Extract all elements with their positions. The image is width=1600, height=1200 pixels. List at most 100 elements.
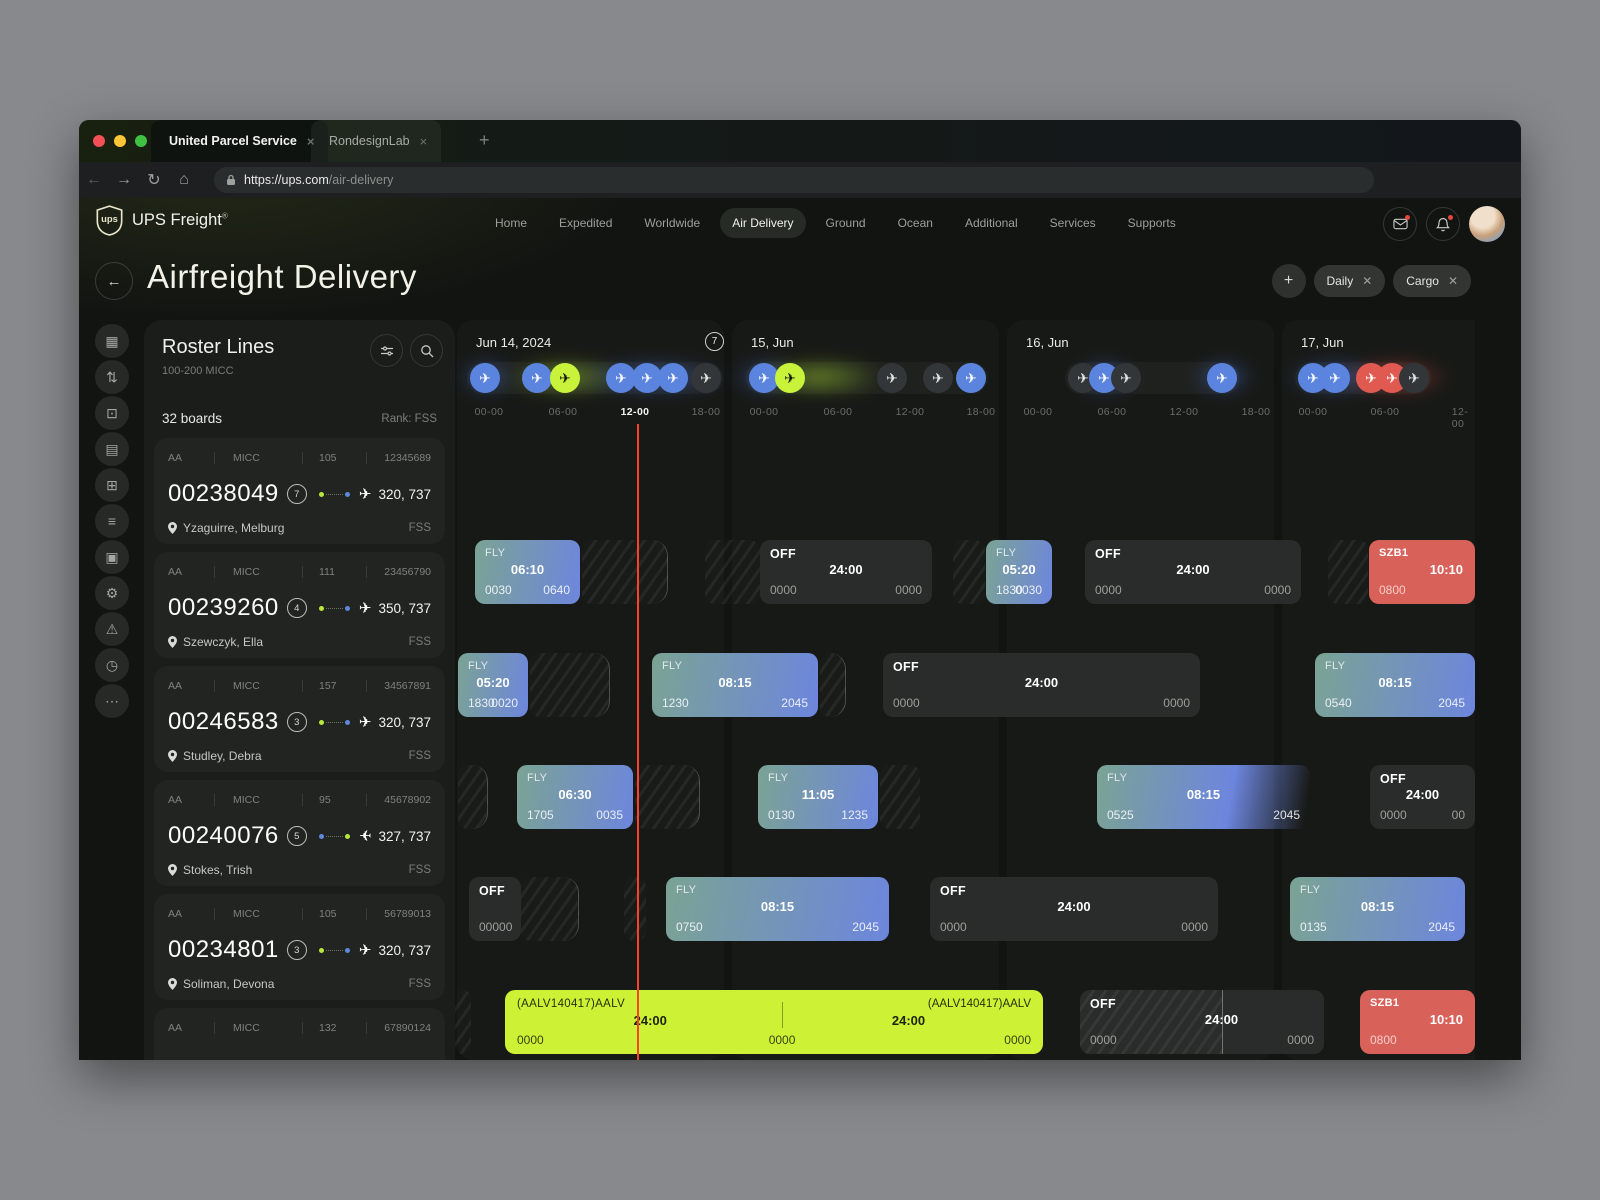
off-card[interactable]: OFF00000 (469, 877, 521, 941)
lock-icon (226, 174, 236, 186)
off-divider (1222, 990, 1223, 1054)
svg-text:ups: ups (101, 213, 118, 224)
card-end-time: 0030 (1015, 583, 1042, 597)
url-text: https://ups.com/air-delivery (244, 173, 393, 187)
new-tab-button[interactable]: + (479, 130, 490, 151)
nav-item-additional[interactable]: Additional (953, 208, 1030, 238)
flight-plane-icon[interactable]: ✈ (1111, 363, 1141, 393)
off-card[interactable]: OFF24:0000000000 (930, 877, 1218, 941)
nav-item-supports[interactable]: Supports (1116, 208, 1188, 238)
home-icon[interactable]: ⌂ (169, 171, 199, 189)
flight-plane-icon[interactable]: ✈ (550, 363, 580, 393)
card-duration: 05:20 (986, 562, 1052, 577)
chip-remove-icon[interactable]: ✕ (1448, 274, 1458, 288)
card-end-time: 0000 (1163, 696, 1190, 710)
fly-card[interactable]: FLY05:2018300030 (986, 540, 1052, 604)
filter-chip-daily[interactable]: Daily ✕ (1314, 265, 1386, 297)
maximize-window-button[interactable] (135, 135, 147, 147)
nav-item-air-delivery[interactable]: Air Delivery (720, 208, 805, 238)
chip-label: Daily (1327, 274, 1354, 288)
card-duration: 24:00 (883, 675, 1200, 690)
card-start-time: 0525 (1107, 808, 1134, 822)
unassigned-slot (880, 765, 920, 829)
card-start-time: 0000 (1095, 583, 1122, 597)
unassigned-slot (530, 653, 610, 717)
tab-close-icon[interactable]: × (420, 134, 428, 149)
nav-item-expedited[interactable]: Expedited (547, 208, 624, 238)
card-type-label: FLY (768, 772, 788, 784)
fly-card[interactable]: FLY08:1501352045 (1290, 877, 1465, 941)
alert-card[interactable]: SZB110:100800 (1360, 990, 1475, 1054)
off-card[interactable]: OFF24:00 0000 0000 (883, 653, 1200, 717)
flight-plane-icon[interactable]: ✈ (470, 363, 500, 393)
nav-item-worldwide[interactable]: Worldwide (632, 208, 712, 238)
address-bar[interactable]: https://ups.com/air-delivery (214, 167, 1374, 193)
reload-icon[interactable]: ↻ (139, 170, 169, 190)
card-type-label: FLY (1325, 660, 1345, 672)
back-icon[interactable]: ← (79, 171, 109, 189)
card-type-label: FLY (527, 772, 547, 784)
messages-button[interactable] (1383, 207, 1417, 241)
flight-plane-icon[interactable]: ✈ (691, 363, 721, 393)
add-filter-button[interactable]: + (1272, 264, 1306, 298)
close-window-button[interactable] (93, 135, 105, 147)
card-duration: 24:00 (1370, 787, 1475, 802)
forward-icon[interactable]: → (109, 171, 139, 189)
off-card[interactable]: OFF24:00000000 (1370, 765, 1475, 829)
fly-card[interactable]: FLY08:1512302045 (652, 653, 818, 717)
fly-card[interactable]: FLY08:1507502045 (666, 877, 889, 941)
flight-plane-icon[interactable]: ✈ (1399, 363, 1429, 393)
minimize-window-button[interactable] (114, 135, 126, 147)
duty-card[interactable]: (AALV140417)AALV(AALV140417)AALV24:0024:… (505, 990, 1043, 1054)
flight-plane-icon[interactable]: ✈ (1320, 363, 1350, 393)
browser-tabbar: United Parcel Service×RondesignLab× + (79, 120, 1521, 162)
nav-item-ocean[interactable]: Ocean (886, 208, 945, 238)
window-controls (93, 135, 147, 147)
card-type-label: OFF (1095, 547, 1121, 561)
chip-remove-icon[interactable]: ✕ (1362, 274, 1372, 288)
duty-divider (782, 1002, 783, 1028)
flight-plane-icon[interactable]: ✈ (775, 363, 805, 393)
flight-plane-icon[interactable]: ✈ (923, 363, 953, 393)
filter-chip-cargo[interactable]: Cargo✕ (1393, 265, 1471, 297)
day-header-label: 16, Jun (1026, 335, 1069, 350)
back-button[interactable]: ← (95, 262, 133, 300)
user-avatar[interactable] (1469, 206, 1505, 242)
nav-item-services[interactable]: Services (1038, 208, 1108, 238)
fly-card[interactable]: FLY06:1000300640 (475, 540, 580, 604)
off-card[interactable]: OFF24:0000000000 (1085, 540, 1301, 604)
alert-card[interactable]: SZB110:100800 (1369, 540, 1475, 604)
unassigned-slot (953, 540, 985, 604)
flight-plane-icon[interactable]: ✈ (522, 363, 552, 393)
card-start-time: 0000 (893, 696, 920, 710)
card-duration: 24:00 (760, 562, 932, 577)
unassigned-slot (521, 877, 579, 941)
fly-card[interactable]: FLY06:3017050035 (517, 765, 633, 829)
flight-plane-icon[interactable]: ✈ (877, 363, 907, 393)
browser-tab[interactable]: RondesignLab× (311, 120, 441, 162)
brand[interactable]: ups UPS Freight® (96, 205, 228, 236)
duty-mid-time: 0000 (769, 1033, 796, 1047)
card-duration: 24:00 (930, 899, 1218, 914)
notifications-button[interactable] (1426, 207, 1460, 241)
fly-card[interactable]: FLY08:1505252045 (1097, 765, 1310, 829)
off-card[interactable]: OFF24:0000000000 (1080, 990, 1324, 1054)
off-card[interactable]: OFF24:0000000000 (760, 540, 932, 604)
flight-plane-icon[interactable]: ✈ (1207, 363, 1237, 393)
flight-plane-icon[interactable]: ✈ (658, 363, 688, 393)
card-type-label: FLY (1300, 884, 1320, 896)
time-tick: 12-00 (1452, 406, 1468, 430)
card-type-label: FLY (996, 547, 1016, 559)
card-duration: 06:30 (517, 787, 633, 802)
flight-plane-icon[interactable]: ✈ (956, 363, 986, 393)
nav-item-home[interactable]: Home (483, 208, 539, 238)
fly-card[interactable]: FLY11:0501301235 (758, 765, 878, 829)
card-type-label: SZB1 (1370, 997, 1399, 1009)
unassigned-slot (458, 765, 488, 829)
nav-item-ground[interactable]: Ground (814, 208, 878, 238)
fly-card[interactable]: FLY05:2018300020 (458, 653, 528, 717)
browser-tab[interactable]: United Parcel Service× (151, 120, 328, 162)
card-end-time: 1235 (841, 808, 868, 822)
card-type-label: OFF (893, 660, 919, 674)
fly-card[interactable]: FLY08:1505402045 (1315, 653, 1475, 717)
